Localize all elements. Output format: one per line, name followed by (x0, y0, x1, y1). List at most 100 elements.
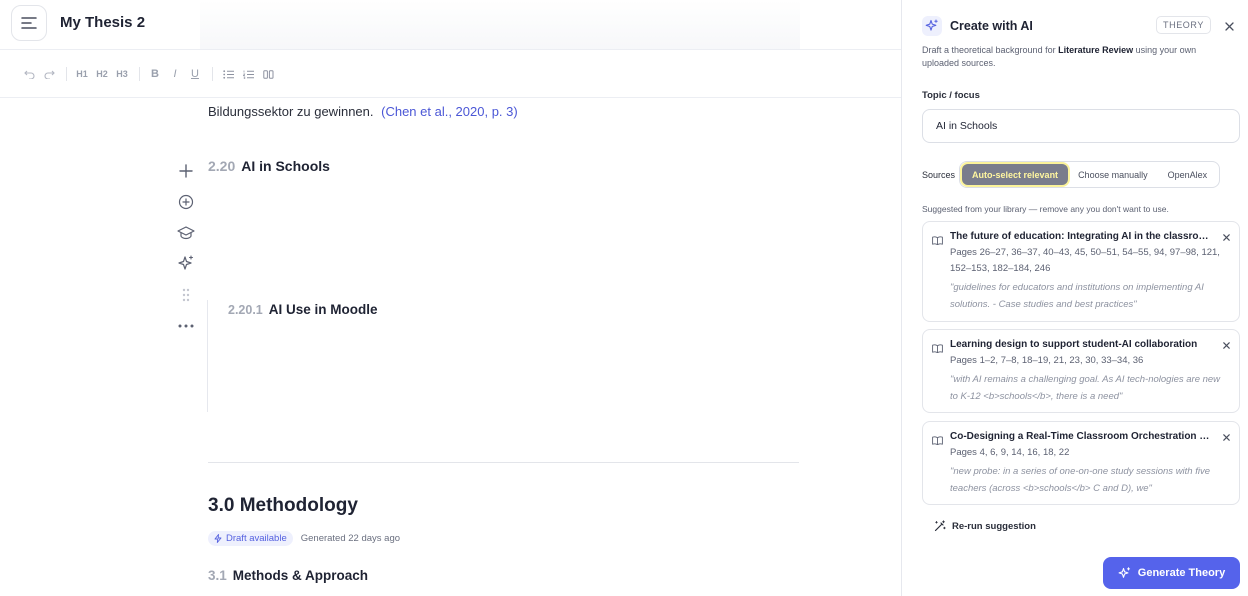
sources-label: Sources (922, 169, 956, 180)
chapter-number: 3.0 (208, 495, 235, 516)
topic-input[interactable]: AI in Schools (922, 109, 1240, 143)
heading1-button[interactable]: H1 (73, 64, 91, 84)
insert-button[interactable] (172, 191, 200, 213)
section-title: Methods & Approach (232, 568, 369, 583)
section-heading-2-20[interactable]: 2.20 AI in Schools (208, 158, 330, 174)
undo-button[interactable] (20, 64, 38, 84)
bold-button[interactable]: B (146, 64, 164, 84)
plus-icon (179, 164, 193, 178)
book-icon (932, 232, 943, 250)
redo-button[interactable] (40, 64, 58, 84)
paragraph-text: Bildungssektor zu gewinnen. (208, 104, 374, 119)
suggestion-card[interactable]: Learning design to support student-AI co… (922, 329, 1240, 413)
book-icon (932, 432, 943, 450)
suggestion-quote: "with AI remains a challenging goal. As … (950, 374, 1221, 402)
source-option-openalex[interactable]: OpenAlex (1158, 164, 1218, 185)
sources-segmented-control: Auto-select relevant Choose manually Ope… (959, 161, 1221, 188)
panel-header: Create with AI THEORY (922, 16, 1242, 36)
paragraph: Bildungssektor zu gewinnen. (Chen et al.… (208, 104, 518, 119)
suggestion-card[interactable]: The future of education: Integrating AI … (922, 221, 1240, 322)
close-icon (1224, 21, 1234, 31)
menu-icon (21, 17, 37, 29)
circle-plus-icon (178, 194, 194, 210)
generate-label: Generate Theory (1137, 567, 1226, 579)
section-title: AI in Schools (241, 158, 330, 174)
citation-link[interactable]: (Chen et al., 2020, p. 3) (381, 104, 518, 119)
quote-button[interactable] (259, 64, 277, 84)
desc-prefix: Draft a theoretical background for (922, 45, 1059, 55)
panel-description: Draft a theoretical background for Liter… (922, 44, 1232, 70)
bolt-icon (214, 534, 222, 543)
topic-label: Topic / focus (922, 90, 980, 101)
suggestion-title: Learning design to support student-AI co… (950, 339, 1198, 350)
academic-button[interactable] (172, 222, 200, 244)
section-heading-3-1[interactable]: 3.1 Methods & Approach (208, 568, 368, 583)
suggestion-quote: "guidelines for educators and institutio… (950, 282, 1204, 310)
source-option-auto[interactable]: Auto-select relevant (962, 164, 1069, 185)
redo-icon (44, 70, 55, 79)
draft-badge-label: Draft available (226, 533, 287, 544)
desc-section-name: Literature Review (1058, 45, 1134, 55)
sources-row: Sources Auto-select relevant Choose manu… (922, 161, 1221, 188)
rerun-suggestion-button[interactable]: Re-run suggestion (934, 520, 1036, 532)
format-toolbar: H1 H2 H3 B I U (0, 51, 901, 98)
generate-theory-button[interactable]: Generate Theory (1103, 557, 1240, 589)
italic-button[interactable]: I (166, 64, 184, 84)
suggestion-card[interactable]: Co-Designing a Real-Time Classroom Orche… (922, 421, 1240, 505)
drag-icon (182, 288, 190, 302)
suggestion-pages: Pages 1–2, 7–8, 18–19, 21, 23, 30, 33–34… (950, 355, 1144, 366)
subsection-guide-line (207, 300, 208, 412)
chapter-title: Methodology (239, 495, 358, 516)
generated-timestamp: Generated 22 days ago (300, 533, 401, 544)
quote-icon (262, 69, 273, 79)
block-gutter (172, 160, 200, 346)
heading3-button[interactable]: H3 (113, 64, 131, 84)
bullet-list-button[interactable] (219, 64, 237, 84)
sparkles-icon (925, 19, 938, 31)
create-with-ai-panel: Create with AI THEORY Draft a theoretica… (901, 0, 1248, 596)
suggestion-title: Co-Designing a Real-Time Classroom Orche… (950, 431, 1212, 442)
bullet-list-icon (222, 69, 234, 79)
graduation-cap-icon (177, 226, 195, 240)
panel-title: Create with AI (950, 19, 1033, 33)
close-panel-button[interactable] (1220, 17, 1238, 35)
suggestion-pages: Pages 4, 6, 9, 14, 16, 18, 22 (950, 447, 1070, 458)
remove-suggestion-button[interactable] (1223, 228, 1230, 246)
add-block-button[interactable] (172, 160, 200, 182)
numbered-list-button[interactable] (239, 64, 257, 84)
top-bar: My Thesis 2 (0, 0, 901, 50)
toolbar-divider (139, 67, 140, 81)
heading2-button[interactable]: H2 (93, 64, 111, 84)
section-title: AI Use in Moodle (268, 302, 378, 317)
chapter-divider (208, 462, 799, 463)
section-number: 2.20 (208, 158, 236, 174)
more-options-button[interactable] (172, 315, 200, 337)
suggestion-title: The future of education: Integrating AI … (950, 231, 1212, 242)
section-number: 2.20.1 (228, 303, 263, 317)
doc-title: My Thesis 2 (60, 14, 146, 31)
chapter-heading-3-0[interactable]: 3.0 Methodology (208, 495, 358, 517)
suggestion-pages: Pages 26–27, 36–37, 40–43, 45, 50–51, 54… (950, 247, 1220, 274)
close-icon (1223, 234, 1230, 241)
menu-button[interactable] (11, 5, 47, 41)
rerun-label: Re-run suggestion (952, 520, 1036, 532)
toolbar-divider (212, 67, 213, 81)
section-heading-2-20-1[interactable]: 2.20.1 AI Use in Moodle (228, 302, 378, 317)
ai-button[interactable] (172, 253, 200, 275)
sparkles-icon (1118, 566, 1130, 578)
draft-status-row: Draft available Generated 22 days ago (208, 531, 400, 546)
drag-handle[interactable] (172, 284, 200, 306)
editor-area: My Thesis 2 H1 H2 H3 B I U Bildungssekto… (0, 0, 901, 596)
source-option-manual[interactable]: Choose manually (1068, 164, 1158, 185)
more-icon (178, 324, 194, 328)
draft-available-badge[interactable]: Draft available (208, 531, 293, 546)
magic-wand-icon (934, 520, 946, 532)
sparkles-icon (178, 255, 194, 270)
remove-suggestion-button[interactable] (1223, 336, 1230, 354)
close-icon (1223, 434, 1230, 441)
suggestion-hint: Suggested from your library — remove any… (922, 204, 1169, 214)
section-number: 3.1 (208, 568, 227, 583)
underline-button[interactable]: U (186, 64, 204, 84)
panel-logo (922, 16, 942, 36)
remove-suggestion-button[interactable] (1223, 428, 1230, 446)
